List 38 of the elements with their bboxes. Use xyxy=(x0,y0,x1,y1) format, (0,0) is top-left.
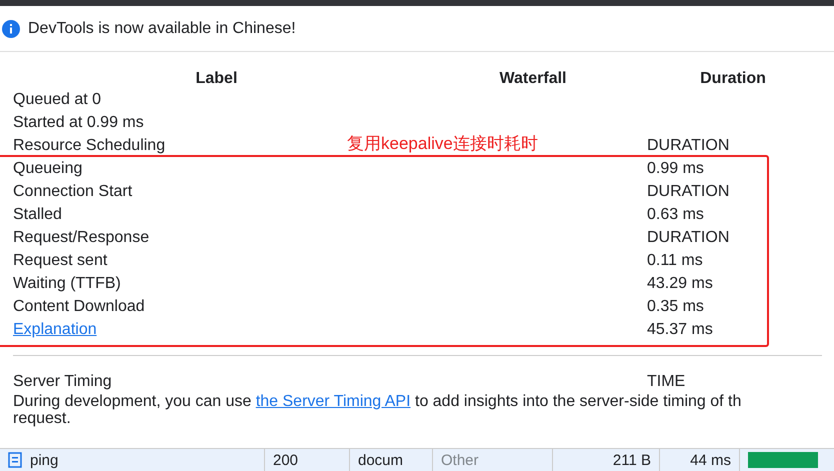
server-timing-link[interactable]: the Server Timing API xyxy=(256,393,411,410)
table-cell: 44 ms xyxy=(690,452,731,468)
column-header: Label xyxy=(196,70,238,88)
timing-label: Started at 0.99 ms xyxy=(13,114,144,132)
table-cell: 211 B xyxy=(612,452,651,468)
table-cell: Other xyxy=(441,452,479,468)
timing-label: Queued at 0 xyxy=(13,90,102,108)
timing-label: Queueing xyxy=(13,160,82,178)
document-icon xyxy=(8,452,22,468)
timing-label: Request/Response xyxy=(13,228,150,246)
timing-label: Server Timing xyxy=(13,372,112,390)
annotation-text: 复用keepalive连接时耗时 xyxy=(347,133,538,155)
duration-value: 0.35 ms xyxy=(647,298,704,316)
table-cell: docum xyxy=(358,452,404,468)
duration-value: DURATION xyxy=(647,182,730,200)
duration-value: DURATION xyxy=(647,136,730,154)
timing-label: Content Download xyxy=(13,298,145,316)
explanation-link[interactable]: Explanation xyxy=(13,320,647,338)
timing-label: Request sent xyxy=(13,252,108,270)
timing-label: Waiting (TTFB) xyxy=(13,274,121,292)
timing-label: Stalled xyxy=(13,206,62,224)
description-text: During development, you can use the Server Timing API to add insights into the server-side timing of th request. xyxy=(13,393,742,427)
duration-value: TIME xyxy=(647,372,686,390)
duration-value: 0.63 ms xyxy=(647,206,704,224)
table-cell: 200 xyxy=(273,452,298,468)
column-header: Duration xyxy=(700,70,766,88)
duration-value: DURATION xyxy=(647,228,730,246)
duration-value: 43.29 ms xyxy=(647,274,713,292)
timing-label: Resource Scheduling xyxy=(13,136,166,154)
banner-text: DevTools is now available in Chinese! xyxy=(28,20,296,38)
column-header: Waterfall xyxy=(500,70,566,88)
timing-label: Connection Start xyxy=(13,182,132,200)
request-row[interactable]: ping 200 docum Other 211 B 44 ms xyxy=(0,448,834,471)
table-cell: ping xyxy=(30,452,58,468)
duration-value: 0.11 ms xyxy=(647,252,703,270)
duration-value: 45.37 ms xyxy=(647,320,713,338)
duration-value: 0.99 ms xyxy=(647,160,704,178)
waterfall-bar xyxy=(748,452,818,468)
